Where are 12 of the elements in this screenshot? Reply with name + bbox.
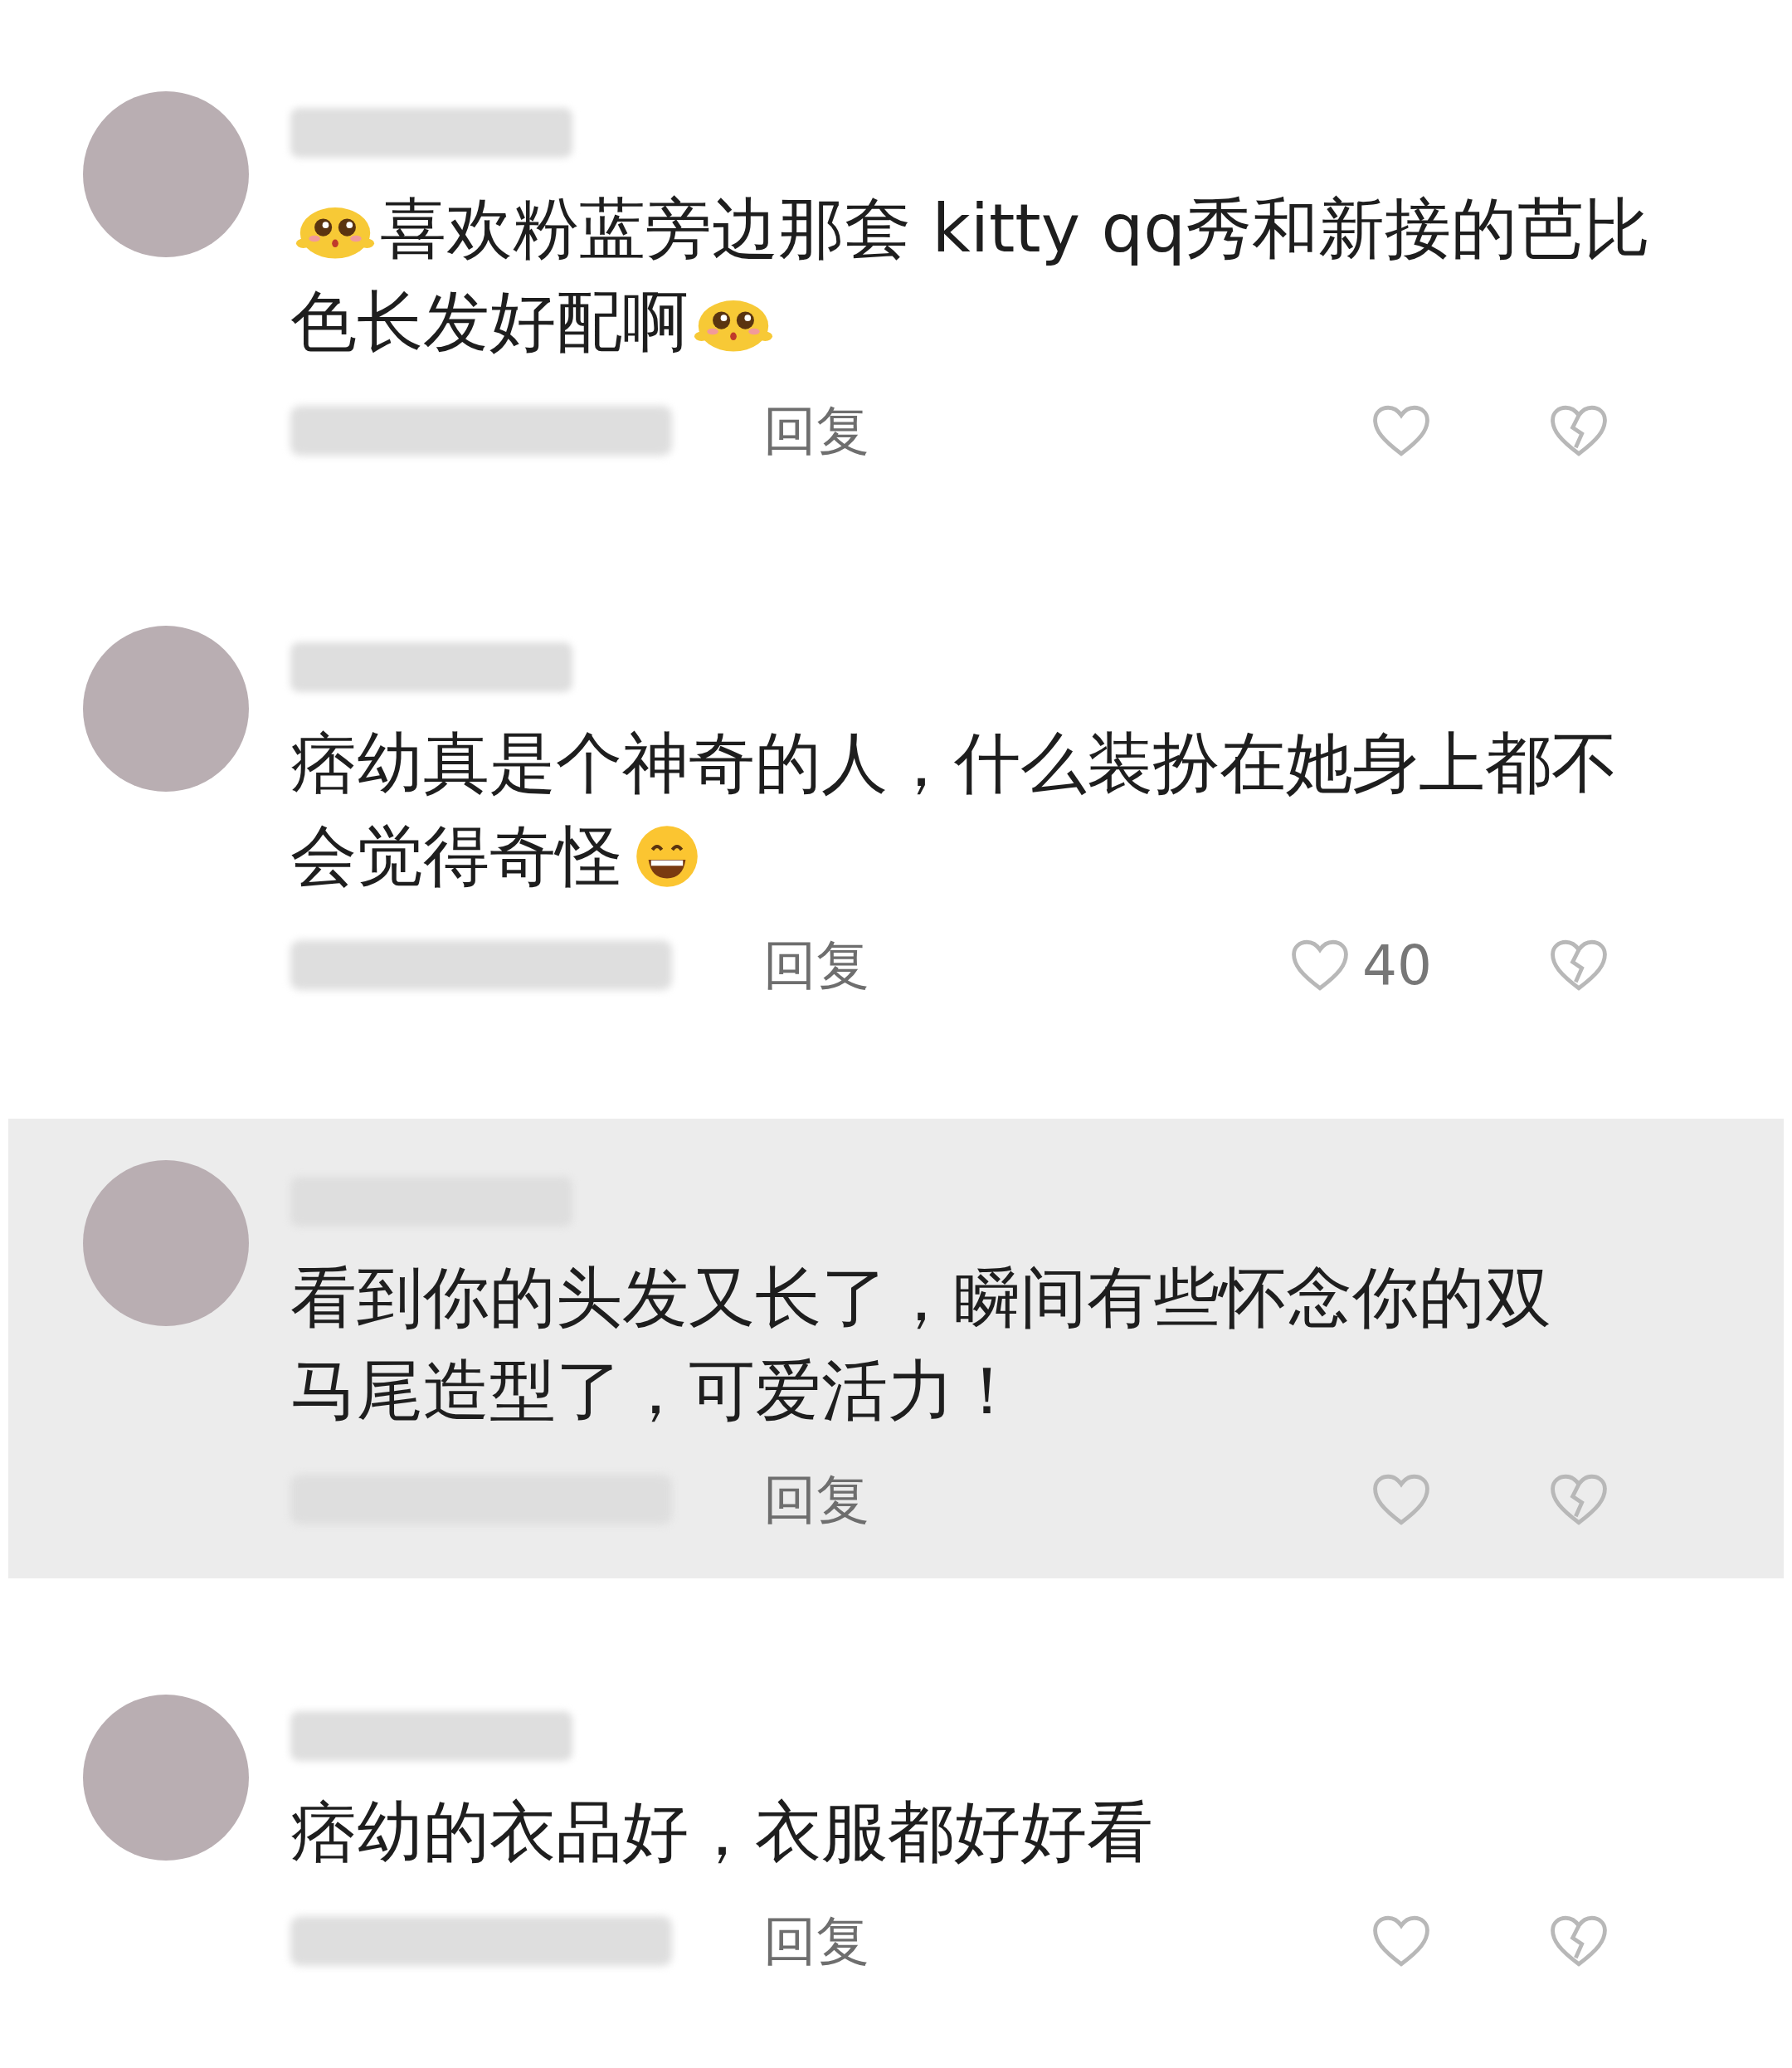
comment-text: 痞幼真是个神奇的人，什么装扮在她身上都不 [290, 724, 1618, 803]
comment-text: 色长发好配啊 [290, 282, 689, 362]
comment-text: 喜欢粉蓝旁边那套 kitty qq秀和新接的芭比 [380, 189, 1651, 269]
comment-text: 痞幼的衣品好，衣服都好好看 [290, 1792, 1153, 1872]
reply-link[interactable]: 回复 [763, 929, 869, 1002]
comment-text: 看到你的头发又长了，瞬间有些怀念你的双 [290, 1258, 1551, 1338]
comment-text: 会觉得奇怪 [290, 817, 622, 896]
like-count: 40 [1362, 933, 1432, 997]
reply-link[interactable]: 回复 [763, 1463, 869, 1536]
comment-text: 马尾造型了，可爱活力！ [290, 1351, 1020, 1431]
reply-link[interactable]: 回复 [763, 394, 869, 467]
reply-link[interactable]: 回复 [763, 1905, 869, 1978]
